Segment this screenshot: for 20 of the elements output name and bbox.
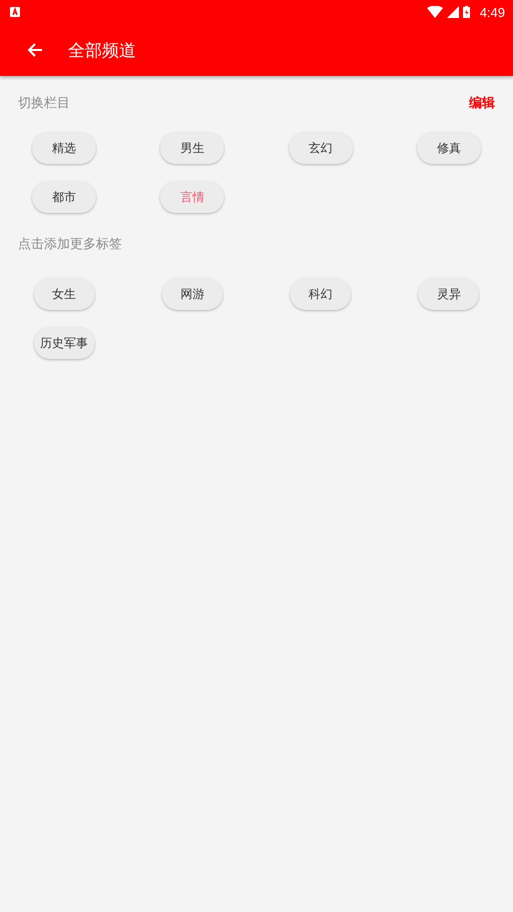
channel-chip[interactable]: 网游: [162, 278, 223, 310]
channel-chip[interactable]: 修真: [416, 132, 481, 164]
edit-link[interactable]: 编辑: [469, 94, 495, 112]
app-notification-icon: [10, 7, 20, 17]
channel-chip[interactable]: 精选: [32, 132, 96, 164]
battery-icon: [462, 6, 470, 18]
channel-chip[interactable]: 历史军事: [34, 327, 95, 359]
channel-chip[interactable]: 灵异: [418, 278, 480, 310]
channel-chip[interactable]: 都市: [32, 181, 96, 213]
status-time: 4:49: [480, 4, 505, 20]
page-title: 全部频道: [68, 40, 136, 62]
section-label: 切换栏目: [18, 95, 70, 112]
wifi-icon: [426, 6, 443, 18]
signal-icon: [446, 6, 459, 18]
channel-chip[interactable]: 玄幻: [288, 132, 353, 164]
back-button[interactable]: [26, 41, 44, 59]
section-label: 点击添加更多标签: [18, 236, 122, 253]
channel-chip[interactable]: 女生: [34, 278, 95, 310]
channel-chip[interactable]: 科幻: [290, 278, 352, 310]
channel-chip[interactable]: 男生: [160, 132, 224, 164]
